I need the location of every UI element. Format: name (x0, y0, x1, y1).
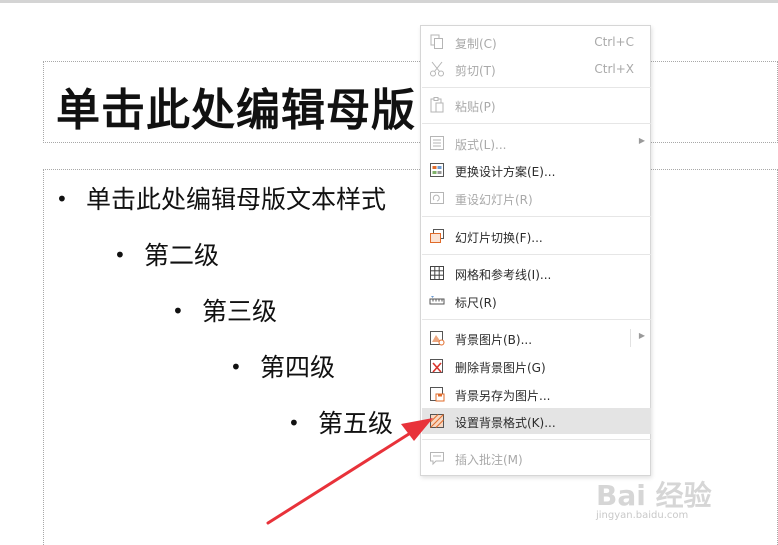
menu-separator (422, 319, 651, 320)
menu-item-label: 标尺(R) (455, 296, 497, 310)
paste-icon (430, 97, 444, 113)
menu-item-label: 幻灯片切换(F)... (455, 231, 543, 245)
cut-icon (430, 61, 444, 77)
layout-icon (430, 136, 444, 150)
menu-item-label: 版式(L)... (455, 138, 507, 152)
menu-item-background-format[interactable]: 设置背景格式(K)... (422, 408, 651, 434)
bullet-dot: • (56, 187, 68, 211)
menu-item-label: 删除背景图片(G) (455, 361, 546, 375)
menu-item-copy[interactable]: 复制(C) Ctrl+C (422, 29, 651, 55)
save-background-icon (430, 387, 445, 402)
bullet-level-3-text: 第三级 (202, 297, 278, 326)
delete-background-icon (430, 359, 443, 373)
menu-item-cut[interactable]: 剪切(T) Ctrl+X (422, 56, 651, 82)
submenu-arrow-icon: ▶ (638, 136, 645, 145)
menu-item-label: 更换设计方案(E)... (455, 165, 556, 179)
title-placeholder-box[interactable]: 单击此处编辑母版 (43, 61, 778, 143)
menu-separator (422, 87, 651, 88)
menu-item-slide-transition[interactable]: 幻灯片切换(F)... (422, 223, 651, 249)
menu-item-change-design[interactable]: 更换设计方案(E)... (422, 157, 651, 183)
background-image-icon (430, 331, 445, 346)
menu-item-ruler[interactable]: 标尺(R) (422, 288, 651, 314)
grid-icon (430, 266, 444, 280)
menu-item-layout[interactable]: 版式(L)... ▶ (422, 130, 651, 156)
ruler-icon (429, 296, 445, 305)
menu-item-background-image[interactable]: 背景图片(B)... ▶ (422, 325, 651, 351)
design-scheme-icon (430, 163, 444, 177)
submenu-arrow-icon: ▶ (638, 331, 645, 340)
title-placeholder-text: 单击此处编辑母版 (56, 85, 416, 136)
menu-item-paste[interactable]: 粘贴(P) (422, 92, 651, 118)
menu-item-label: 背景另存为图片... (455, 389, 551, 403)
menu-item-grid-guides[interactable]: 网格和参考线(I)... (422, 260, 651, 286)
menu-item-shortcut: Ctrl+X (594, 62, 634, 76)
menu-item-label: 背景图片(B)... (455, 333, 533, 347)
copy-icon (430, 34, 443, 49)
slide-transition-icon (430, 229, 444, 243)
menu-separator (422, 216, 651, 217)
bullet-dot: • (230, 355, 242, 379)
menu-separator (422, 439, 651, 440)
background-format-icon (430, 414, 444, 428)
bullet-level-4: • 第四级 (230, 348, 335, 384)
menu-item-label: 重设幻灯片(R) (455, 193, 533, 207)
menu-item-shortcut: Ctrl+C (594, 35, 634, 49)
bullet-dot: • (288, 411, 300, 435)
menu-item-reset-slide[interactable]: 重设幻灯片(R) (422, 185, 651, 211)
reset-slide-icon (430, 192, 444, 204)
bullet-level-5: • 第五级 (288, 404, 393, 440)
menu-item-save-background[interactable]: 背景另存为图片... (422, 381, 651, 407)
menu-item-label: 剪切(T) (455, 64, 496, 78)
bullet-level-4-text: 第四级 (260, 353, 336, 382)
watermark-brand: Bai 经验 (596, 479, 712, 512)
menu-item-label: 粘贴(P) (455, 100, 496, 114)
menu-item-label: 设置背景格式(K)... (455, 416, 556, 430)
bullet-level-1: • 单击此处编辑母版文本样式 (56, 180, 386, 216)
bullet-level-2: • 第二级 (114, 236, 219, 272)
menu-item-delete-background[interactable]: 删除背景图片(G) (422, 353, 651, 379)
menu-separator (422, 123, 651, 124)
menu-separator (422, 254, 651, 255)
baidu-jingyan-watermark: Bai 经验 jingyan.baidu.com (596, 462, 746, 532)
bullet-dot: • (114, 243, 126, 267)
bullet-level-2-text: 第二级 (144, 241, 220, 270)
menu-item-label: 复制(C) (455, 37, 497, 51)
watermark-url: jingyan.baidu.com (596, 510, 689, 521)
bullet-level-1-text: 单击此处编辑母版文本样式 (86, 185, 387, 214)
submenu-divider (630, 329, 631, 347)
menu-item-label: 插入批注(M) (455, 453, 523, 467)
insert-comment-icon (430, 452, 444, 466)
bullet-level-3: • 第三级 (172, 292, 277, 328)
bullet-dot: • (172, 299, 184, 323)
context-menu: 复制(C) Ctrl+C 剪切(T) Ctrl+X 粘贴(P) 版式(L)...… (420, 25, 651, 476)
menu-item-label: 网格和参考线(I)... (455, 268, 552, 282)
bullet-level-5-text: 第五级 (318, 409, 394, 438)
